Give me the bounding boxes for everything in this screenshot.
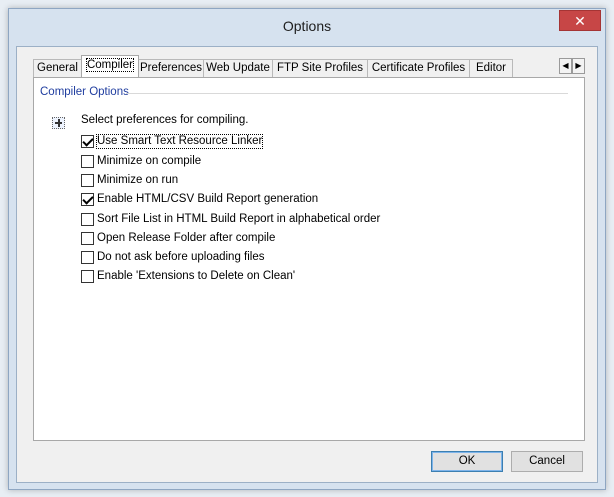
tab-editor[interactable]: Editor — [469, 59, 513, 77]
option-label: Enable HTML/CSV Build Report generation — [97, 193, 319, 205]
window-title: Options — [282, 18, 332, 34]
tab-web-update[interactable]: Web Update — [203, 59, 273, 77]
tab-general[interactable]: General — [33, 59, 82, 77]
option-label: Enable 'Extensions to Delete on Clean' — [97, 270, 296, 282]
tab-certificate-profiles[interactable]: Certificate Profiles — [367, 59, 470, 77]
checkbox[interactable] — [81, 270, 94, 283]
group-description: Select preferences for compiling. — [81, 114, 249, 126]
checkbox[interactable] — [81, 193, 94, 206]
checkbox[interactable] — [81, 174, 94, 187]
option-label: Use Smart Text Resource Linker — [95, 134, 264, 149]
option-label: Sort File List in HTML Build Report in a… — [97, 213, 381, 225]
compiler-tab-panel: Compiler Options Select preferences for … — [33, 77, 585, 441]
ok-button[interactable]: OK — [431, 451, 503, 472]
option-label: Minimize on run — [97, 174, 179, 186]
arrow-right-icon: ▶ — [575, 61, 582, 70]
option-label: Minimize on compile — [97, 155, 202, 167]
group-divider — [126, 93, 568, 94]
tab-compiler[interactable]: Compiler — [81, 55, 139, 77]
checkbox[interactable] — [81, 232, 94, 245]
expand-icon[interactable] — [52, 117, 65, 129]
checkbox[interactable] — [81, 251, 94, 264]
option-label: Do not ask before uploading files — [97, 251, 265, 263]
checkbox[interactable] — [81, 135, 94, 148]
options-window: Options ✕ General Compiler Preferences W… — [8, 8, 606, 490]
tab-compiler-label: Compiler — [85, 58, 135, 72]
option-label: Open Release Folder after compile — [97, 232, 276, 244]
tab-scroll-left-button[interactable]: ◀ — [559, 58, 572, 74]
arrow-left-icon: ◀ — [562, 61, 569, 70]
tab-strip: General Compiler Preferences Web Update … — [33, 55, 563, 77]
tab-ftp-site-profiles[interactable]: FTP Site Profiles — [272, 59, 368, 77]
checkbox[interactable] — [81, 155, 94, 168]
close-button[interactable]: ✕ — [559, 10, 601, 31]
dialog-client-area: General Compiler Preferences Web Update … — [16, 46, 598, 483]
close-icon: ✕ — [574, 13, 586, 29]
tab-preferences[interactable]: Preferences — [138, 59, 204, 77]
cancel-button[interactable]: Cancel — [511, 451, 583, 472]
group-title: Compiler Options — [40, 86, 129, 98]
title-bar[interactable]: Options ✕ — [9, 9, 605, 45]
tab-scroll-right-button[interactable]: ▶ — [572, 58, 585, 74]
checkbox[interactable] — [81, 213, 94, 226]
